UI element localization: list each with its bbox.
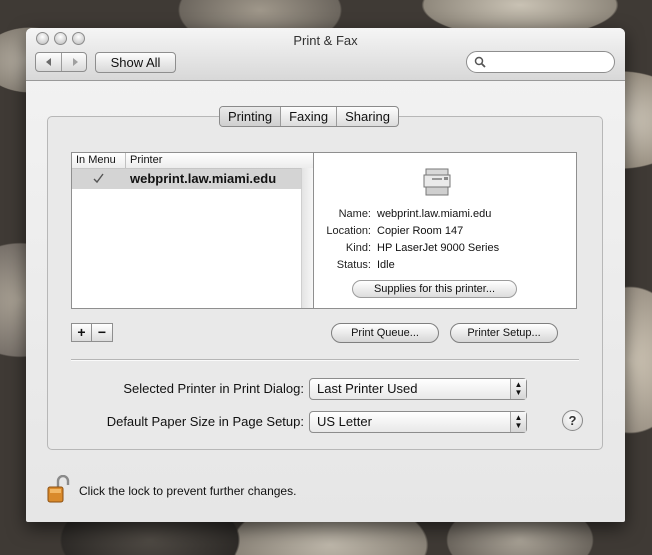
info-value-location: Copier Room 147 [377,225,464,237]
paper-size-popup[interactable]: US Letter ▲ ▼ [309,411,527,433]
lock-message: Click the lock to prevent further change… [79,484,297,498]
printer-info-panel: Name: webprint.law.miami.edu Location: C… [314,152,577,309]
paper-size-value: US Letter [317,414,372,429]
tab-sharing[interactable]: Sharing [337,107,398,126]
info-row-location: Location: Copier Room 147 [314,224,576,238]
right-arrow-icon [72,58,78,66]
info-row-status: Status: Idle [314,258,576,272]
section-divider [71,359,579,361]
printer-list-header: In Menu Printer [72,153,313,169]
window-title: Print & Fax [293,33,358,48]
info-key-status: Status: [336,259,371,271]
info-value-name: webprint.law.miami.edu [377,208,492,220]
tab-printing[interactable]: Printing [220,107,282,126]
list-controls: + − [71,323,113,342]
info-key-kind: Kind: [345,242,371,254]
selected-printer-value: Last Printer Used [317,381,418,396]
search-field[interactable] [466,51,615,73]
info-row-kind: Kind: HP LaserJet 9000 Series [314,241,576,255]
tab-faxing[interactable]: Faxing [281,107,338,126]
printer-list: In Menu Printer webprint.law.miami.edu [71,152,314,309]
printer-icon [423,168,451,196]
checkmark-icon [93,173,104,184]
info-value-status: Idle [377,259,395,271]
unlocked-padlock-icon[interactable] [46,475,72,505]
info-row-name: Name: webprint.law.miami.edu [314,207,576,221]
popup-arrows-icon: ▲ ▼ [510,379,526,399]
column-header-in-menu[interactable]: In Menu [76,153,116,168]
left-arrow-icon [45,58,51,66]
search-icon [474,56,486,68]
back-forward-control [35,52,87,72]
remove-printer-button[interactable]: − [92,323,113,342]
popup-arrows-icon: ▲ ▼ [510,412,526,432]
printer-setup-button[interactable]: Printer Setup... [450,323,558,343]
selected-printer-label: Selected Printer in Print Dialog: [123,381,304,396]
help-button[interactable]: ? [562,410,583,431]
column-header-printer[interactable]: Printer [130,153,162,168]
add-printer-button[interactable]: + [71,323,92,342]
print-queue-button[interactable]: Print Queue... [331,323,439,343]
tab-bar: Printing Faxing Sharing [219,106,399,127]
selected-printer-popup[interactable]: Last Printer Used ▲ ▼ [309,378,527,400]
paper-size-label: Default Paper Size in Page Setup: [106,414,304,429]
info-key-location: Location: [326,225,371,237]
print-fax-window: Print & Fax Show All Printing Faxing Sha… [26,28,625,522]
info-key-name: Name: [338,208,371,220]
printer-row-name: webprint.law.miami.edu [130,171,277,186]
in-menu-checkbox[interactable] [92,172,105,185]
supplies-button[interactable]: Supplies for this printer... [352,280,517,298]
info-value-kind: HP LaserJet 9000 Series [377,242,500,254]
forward-button[interactable] [62,53,87,71]
back-button[interactable] [36,53,61,71]
title-bar: Print & Fax Show All [26,28,625,81]
column-divider [125,153,126,168]
printer-list-scrollbar[interactable] [301,168,313,308]
printer-row[interactable]: webprint.law.miami.edu [72,169,301,189]
show-all-button[interactable]: Show All [95,52,176,73]
